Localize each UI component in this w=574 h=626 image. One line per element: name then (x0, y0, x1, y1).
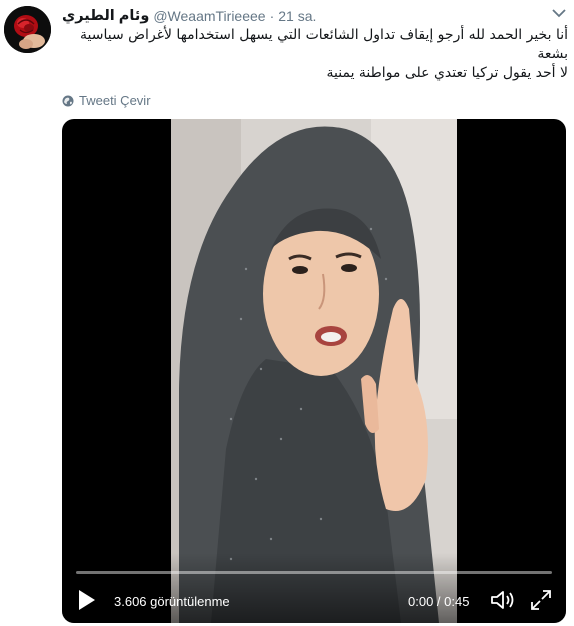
fullscreen-icon[interactable] (530, 589, 552, 611)
video-thumbnail (171, 119, 457, 623)
play-icon[interactable] (78, 589, 96, 611)
video-frame (171, 119, 457, 623)
tweet-card: وئام الطيري @WeaamTirieeee · 21 sa. أنا … (0, 0, 574, 626)
video-player[interactable]: 3.606 görüntülenme 0:00 / 0:45 (62, 119, 566, 623)
rose-avatar-image (4, 6, 51, 53)
tweet-text-line: لا أحد يقول تركيا تعتدي على مواطنة يمنية (326, 65, 568, 81)
translate-tweet-link[interactable]: Tweeti Çevir (62, 93, 151, 108)
video-progress-bar[interactable] (76, 571, 552, 574)
separator-dot: · (269, 8, 275, 24)
user-handle[interactable]: @WeaamTirieeee (153, 8, 265, 24)
view-count: 3.606 görüntülenme (114, 594, 230, 609)
profile-avatar[interactable] (4, 6, 51, 53)
display-name[interactable]: وئام الطيري (62, 8, 149, 24)
tweet-header: وئام الطيري @WeaamTirieeee · 21 sa. (62, 6, 316, 26)
globe-icon (62, 95, 74, 107)
tweet-text-line: أنا بخير الحمد لله أرجو إيقاف تداول الشا… (80, 27, 568, 62)
volume-icon[interactable] (490, 589, 516, 611)
tweet-timestamp[interactable]: 21 sa. (278, 8, 316, 24)
translate-label: Tweeti Çevir (79, 93, 151, 108)
chevron-down-icon[interactable] (552, 8, 566, 18)
tweet-text: أنا بخير الحمد لله أرجو إيقاف تداول الشا… (68, 26, 568, 83)
video-controls: 3.606 görüntülenme 0:00 / 0:45 (62, 553, 566, 623)
video-time: 0:00 / 0:45 (408, 594, 470, 609)
